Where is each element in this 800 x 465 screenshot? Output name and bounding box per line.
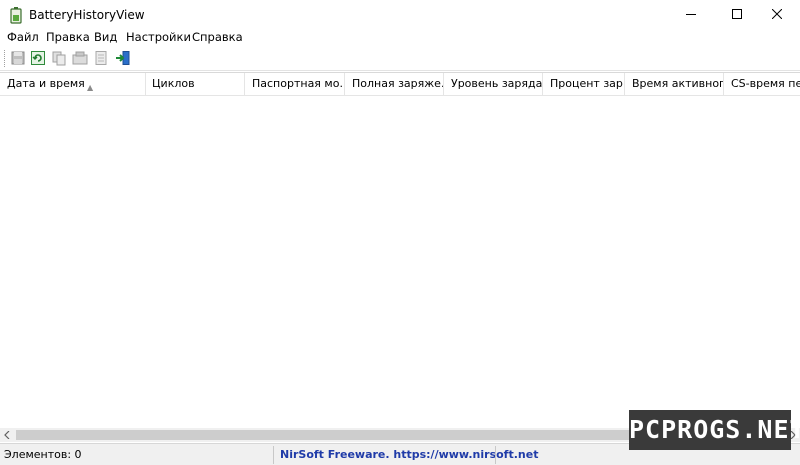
menu-bar: Файл Правка Вид Настройки Справка bbox=[0, 30, 800, 46]
properties-icon[interactable] bbox=[72, 50, 88, 66]
column-header-charge-percent[interactable]: Процент зар... bbox=[543, 73, 625, 96]
scroll-left-icon[interactable] bbox=[0, 428, 14, 442]
maximize-icon bbox=[732, 8, 742, 22]
list-header: Дата и время ▲ Циклов Паспортная мо... П… bbox=[0, 73, 800, 96]
toolbar-grip bbox=[4, 50, 6, 67]
status-divider bbox=[273, 446, 274, 464]
html-report-icon[interactable] bbox=[93, 50, 109, 66]
column-header-active-time[interactable]: Время активног... bbox=[625, 73, 724, 96]
battery-history-list[interactable]: Дата и время ▲ Циклов Паспортная мо... П… bbox=[0, 72, 800, 438]
save-icon[interactable] bbox=[10, 50, 26, 66]
close-icon bbox=[771, 8, 783, 22]
window-title: BatteryHistoryView bbox=[29, 8, 145, 22]
column-header-charge-level[interactable]: Уровень заряда bbox=[444, 73, 543, 96]
minimize-button[interactable] bbox=[668, 0, 714, 30]
watermark-logo: PCPROGS.NET bbox=[629, 410, 800, 450]
minimize-icon bbox=[686, 9, 696, 22]
app-battery-icon bbox=[8, 6, 24, 24]
toolbar bbox=[0, 46, 800, 71]
copy-icon[interactable] bbox=[51, 50, 67, 66]
menu-options[interactable]: Настройки bbox=[126, 30, 191, 45]
item-count: Элементов: 0 bbox=[4, 448, 82, 461]
close-button[interactable] bbox=[754, 0, 800, 30]
column-header-datetime[interactable]: Дата и время ▲ bbox=[0, 73, 146, 96]
title-bar: BatteryHistoryView bbox=[0, 0, 800, 30]
exit-icon[interactable] bbox=[115, 50, 131, 66]
nirsoft-link[interactable]: NirSoft Freeware. https://www.nirsoft.ne… bbox=[280, 448, 538, 461]
column-header-full-charged-capacity[interactable]: Полная заряже... bbox=[345, 73, 444, 96]
scrollbar-thumb[interactable] bbox=[16, 430, 650, 440]
menu-file[interactable]: Файл bbox=[7, 30, 39, 45]
menu-edit[interactable]: Правка bbox=[46, 30, 90, 45]
column-header-cs-time[interactable]: CS-время пер bbox=[724, 73, 800, 96]
sort-ascending-icon: ▲ bbox=[87, 83, 94, 92]
refresh-icon[interactable] bbox=[30, 50, 46, 66]
menu-view[interactable]: Вид bbox=[94, 30, 117, 45]
status-divider bbox=[495, 446, 496, 464]
column-header-design-capacity[interactable]: Паспортная мо... bbox=[245, 73, 345, 96]
column-header-cycles[interactable]: Циклов bbox=[146, 73, 245, 96]
menu-help[interactable]: Справка bbox=[192, 30, 243, 45]
